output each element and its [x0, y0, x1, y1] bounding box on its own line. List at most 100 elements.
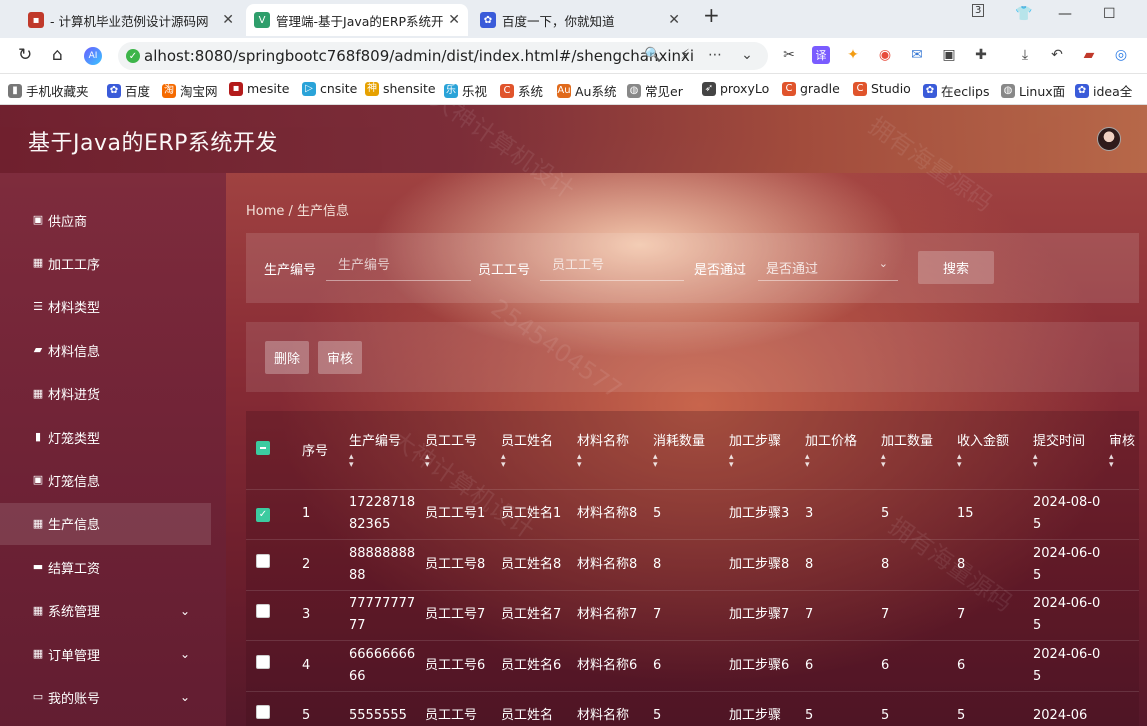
bookmark-item[interactable]: ➶ proxyLo [702, 81, 769, 96]
scissors-icon[interactable]: ✂ [780, 46, 798, 64]
sidebar-item[interactable]: ▭ 我的账号 ⌄ [0, 676, 226, 718]
browser-tab-2[interactable]: V 管理端-基于Java的ERP系统开 ✕ [246, 4, 468, 36]
column-header[interactable]: 加工价格 ▴ ▾ [801, 411, 877, 490]
bookmark-item[interactable]: 神 shensite [365, 81, 436, 96]
bolt-icon[interactable]: ⚡ [676, 46, 694, 64]
bookmark-item[interactable]: ▮ 手机收藏夹 [8, 81, 89, 100]
undo-icon[interactable]: ↶ [1048, 46, 1066, 64]
column-header[interactable]: 生产编号 ▴ ▾ [345, 411, 421, 490]
mail-icon[interactable]: ✉ [908, 46, 926, 64]
reload-icon[interactable]: ↻ [18, 45, 32, 65]
sort-icon[interactable]: ▴ ▾ [1109, 453, 1139, 470]
row-checkbox[interactable] [256, 654, 270, 669]
bookmark-item[interactable]: 乐乐视 [444, 81, 487, 100]
tab-count-badge[interactable]: 3 [972, 4, 985, 17]
bag-icon[interactable]: ▰ [1080, 46, 1098, 64]
maximize-icon[interactable]: ☐ [1103, 6, 1116, 22]
avatar[interactable] [1097, 127, 1121, 151]
puzzle-icon[interactable]: ✚ [972, 46, 990, 64]
row-checkbox-cell[interactable] [246, 640, 298, 692]
screenshot-icon[interactable]: ▣ [940, 46, 958, 64]
bookmark-item[interactable]: Cgradle [782, 81, 840, 96]
column-header[interactable]: 收入金额 ▴ ▾ [953, 411, 1029, 490]
sidebar-item[interactable]: ▦ 材料进货 [0, 373, 226, 415]
search-button[interactable]: 搜索 [918, 251, 994, 284]
column-header[interactable]: 员工工号 ▴ ▾ [421, 411, 497, 490]
select-all-checkbox[interactable] [256, 440, 270, 455]
bookmark-item[interactable]: 淘淘宝网 [162, 81, 218, 100]
eye-icon[interactable]: ◉ [876, 46, 894, 64]
column-header[interactable]: 消耗数量 ▴ ▾ [649, 411, 725, 490]
browser-tab-1[interactable]: ▪ - 计算机毕业范例设计源码网 ✕ [20, 4, 242, 36]
row-checkbox-cell[interactable] [246, 539, 298, 591]
extension-icon[interactable]: ✦ [844, 46, 862, 64]
column-header[interactable]: 提交时间 ▴ ▾ [1029, 411, 1105, 490]
home-icon[interactable]: ⌂ [52, 45, 63, 65]
sort-icon[interactable]: ▴ ▾ [653, 453, 721, 470]
sidebar-item[interactable]: ▦ 加工工序 [0, 242, 226, 284]
row-checkbox[interactable] [256, 604, 270, 619]
sort-icon[interactable]: ▴ ▾ [577, 453, 645, 470]
bookmark-item[interactable]: C Studio [853, 81, 911, 96]
new-tab-button[interactable]: + [703, 3, 720, 27]
sort-icon[interactable]: ▴ ▾ [349, 453, 417, 470]
sort-icon[interactable]: ▴ ▾ [805, 453, 873, 470]
sort-icon[interactable]: ▴ ▾ [501, 453, 569, 470]
table-row[interactable]: 4 6666666666 员工工号6 员工姓名6 材料名称6 6 加工步骤6 6 6 6 2024-… [246, 640, 1139, 692]
sidebar-item[interactable]: ▮ 灯笼类型 [0, 416, 226, 458]
tab-close-icon[interactable]: ✕ [222, 12, 234, 28]
sidebar-item[interactable]: ▰ 材料信息 [0, 329, 226, 371]
bookmark-item[interactable]: ▷ cnsite [302, 81, 357, 96]
chevron-down-icon[interactable]: ⌄ [738, 46, 756, 64]
approved-select[interactable]: 是否通过 ⌄ [758, 251, 898, 281]
table-row[interactable]: 3 7777777777 员工工号7 员工姓名7 材料名称7 7 加工步骤7 7 7 7 2024-… [246, 590, 1139, 641]
row-checkbox-cell[interactable]: ✓ [246, 489, 298, 540]
sidebar-item[interactable]: ▦ 生产信息 [0, 502, 211, 545]
ai-icon[interactable]: AI [84, 47, 102, 65]
bookmark-item[interactable]: Au Au系统 [557, 81, 616, 100]
select-all-checkbox-cell[interactable] [246, 411, 298, 490]
column-header[interactable]: 加工步骤 ▴ ▾ [725, 411, 801, 490]
employee-no-input[interactable] [540, 251, 684, 281]
table-row[interactable]: ✓ 1 1722871882365 员工工号1 员工姓名1 材料名称8 5 加工步骤3 3 5 15… [246, 489, 1139, 540]
row-checkbox[interactable]: ✓ [256, 508, 270, 523]
tab-close-icon[interactable]: ✕ [668, 12, 680, 28]
row-checkbox-cell[interactable] [246, 590, 298, 641]
production-no-input[interactable] [326, 251, 471, 281]
minimize-icon[interactable]: — [1058, 6, 1072, 22]
bookmark-item[interactable]: ◍ 常见er [627, 81, 683, 100]
bookmark-item[interactable]: ✿ idea全 [1075, 81, 1132, 100]
sidebar-item[interactable]: ☰ 材料类型 [0, 286, 226, 328]
sort-icon[interactable]: ▴ ▾ [881, 453, 949, 470]
download-icon[interactable]: ⤓ [1016, 46, 1034, 64]
browser-tab-3[interactable]: ✿ 百度一下，你就知道 ✕ [472, 4, 688, 36]
column-header[interactable]: 员工姓名 ▴ ▾ [497, 411, 573, 490]
row-checkbox[interactable] [256, 705, 270, 720]
table-row[interactable]: 2 8888888888 员工工号8 员工姓名8 材料名称8 8 加工步骤8 8 8 8 2024-… [246, 539, 1139, 591]
row-checkbox[interactable] [256, 553, 270, 568]
bookmark-item[interactable]: ◍ Linux面 [1001, 81, 1065, 100]
column-header[interactable]: 材料名称 ▴ ▾ [573, 411, 649, 490]
table-row[interactable]: 5 5555555 员工工号 员工姓名 材料名称 5 加工步骤 5 5 5 2024-06 [246, 691, 1139, 726]
sort-icon[interactable]: ▴ ▾ [957, 453, 1025, 470]
shirt-icon[interactable]: 👕 [1015, 6, 1032, 22]
column-header[interactable]: 加工数量 ▴ ▾ [877, 411, 953, 490]
row-checkbox-cell[interactable] [246, 691, 298, 726]
translate-icon[interactable]: 译 [812, 46, 830, 64]
bookmark-item[interactable]: ✿ 百度 [107, 81, 150, 100]
url-field[interactable]: ✓ alhost:8080/springbootc768f809/admin/d… [118, 42, 768, 70]
bookmark-item[interactable]: ▪ mesite [229, 81, 289, 96]
browser-menu-icon[interactable]: ◎ [1112, 46, 1130, 64]
audit-button[interactable]: 审核 [318, 341, 363, 374]
sidebar-item[interactable]: ▬ 结算工资 [0, 546, 226, 588]
more-icon[interactable]: ⋯ [706, 46, 724, 64]
sidebar-item[interactable]: ▣ 供应商 [0, 199, 226, 241]
bookmark-item[interactable]: ✿ 在eclips [923, 81, 989, 100]
delete-button[interactable]: 删除 [265, 341, 310, 374]
sort-icon[interactable]: ▴ ▾ [425, 453, 493, 470]
zoom-icon[interactable]: 🔍 [644, 46, 662, 64]
tab-close-icon[interactable]: ✕ [448, 12, 460, 28]
column-header[interactable]: 审核 ▴ ▾ [1105, 411, 1139, 490]
sidebar-item[interactable]: ▦ 订单管理 ⌄ [0, 633, 226, 675]
sort-icon[interactable]: ▴ ▾ [1033, 453, 1101, 470]
